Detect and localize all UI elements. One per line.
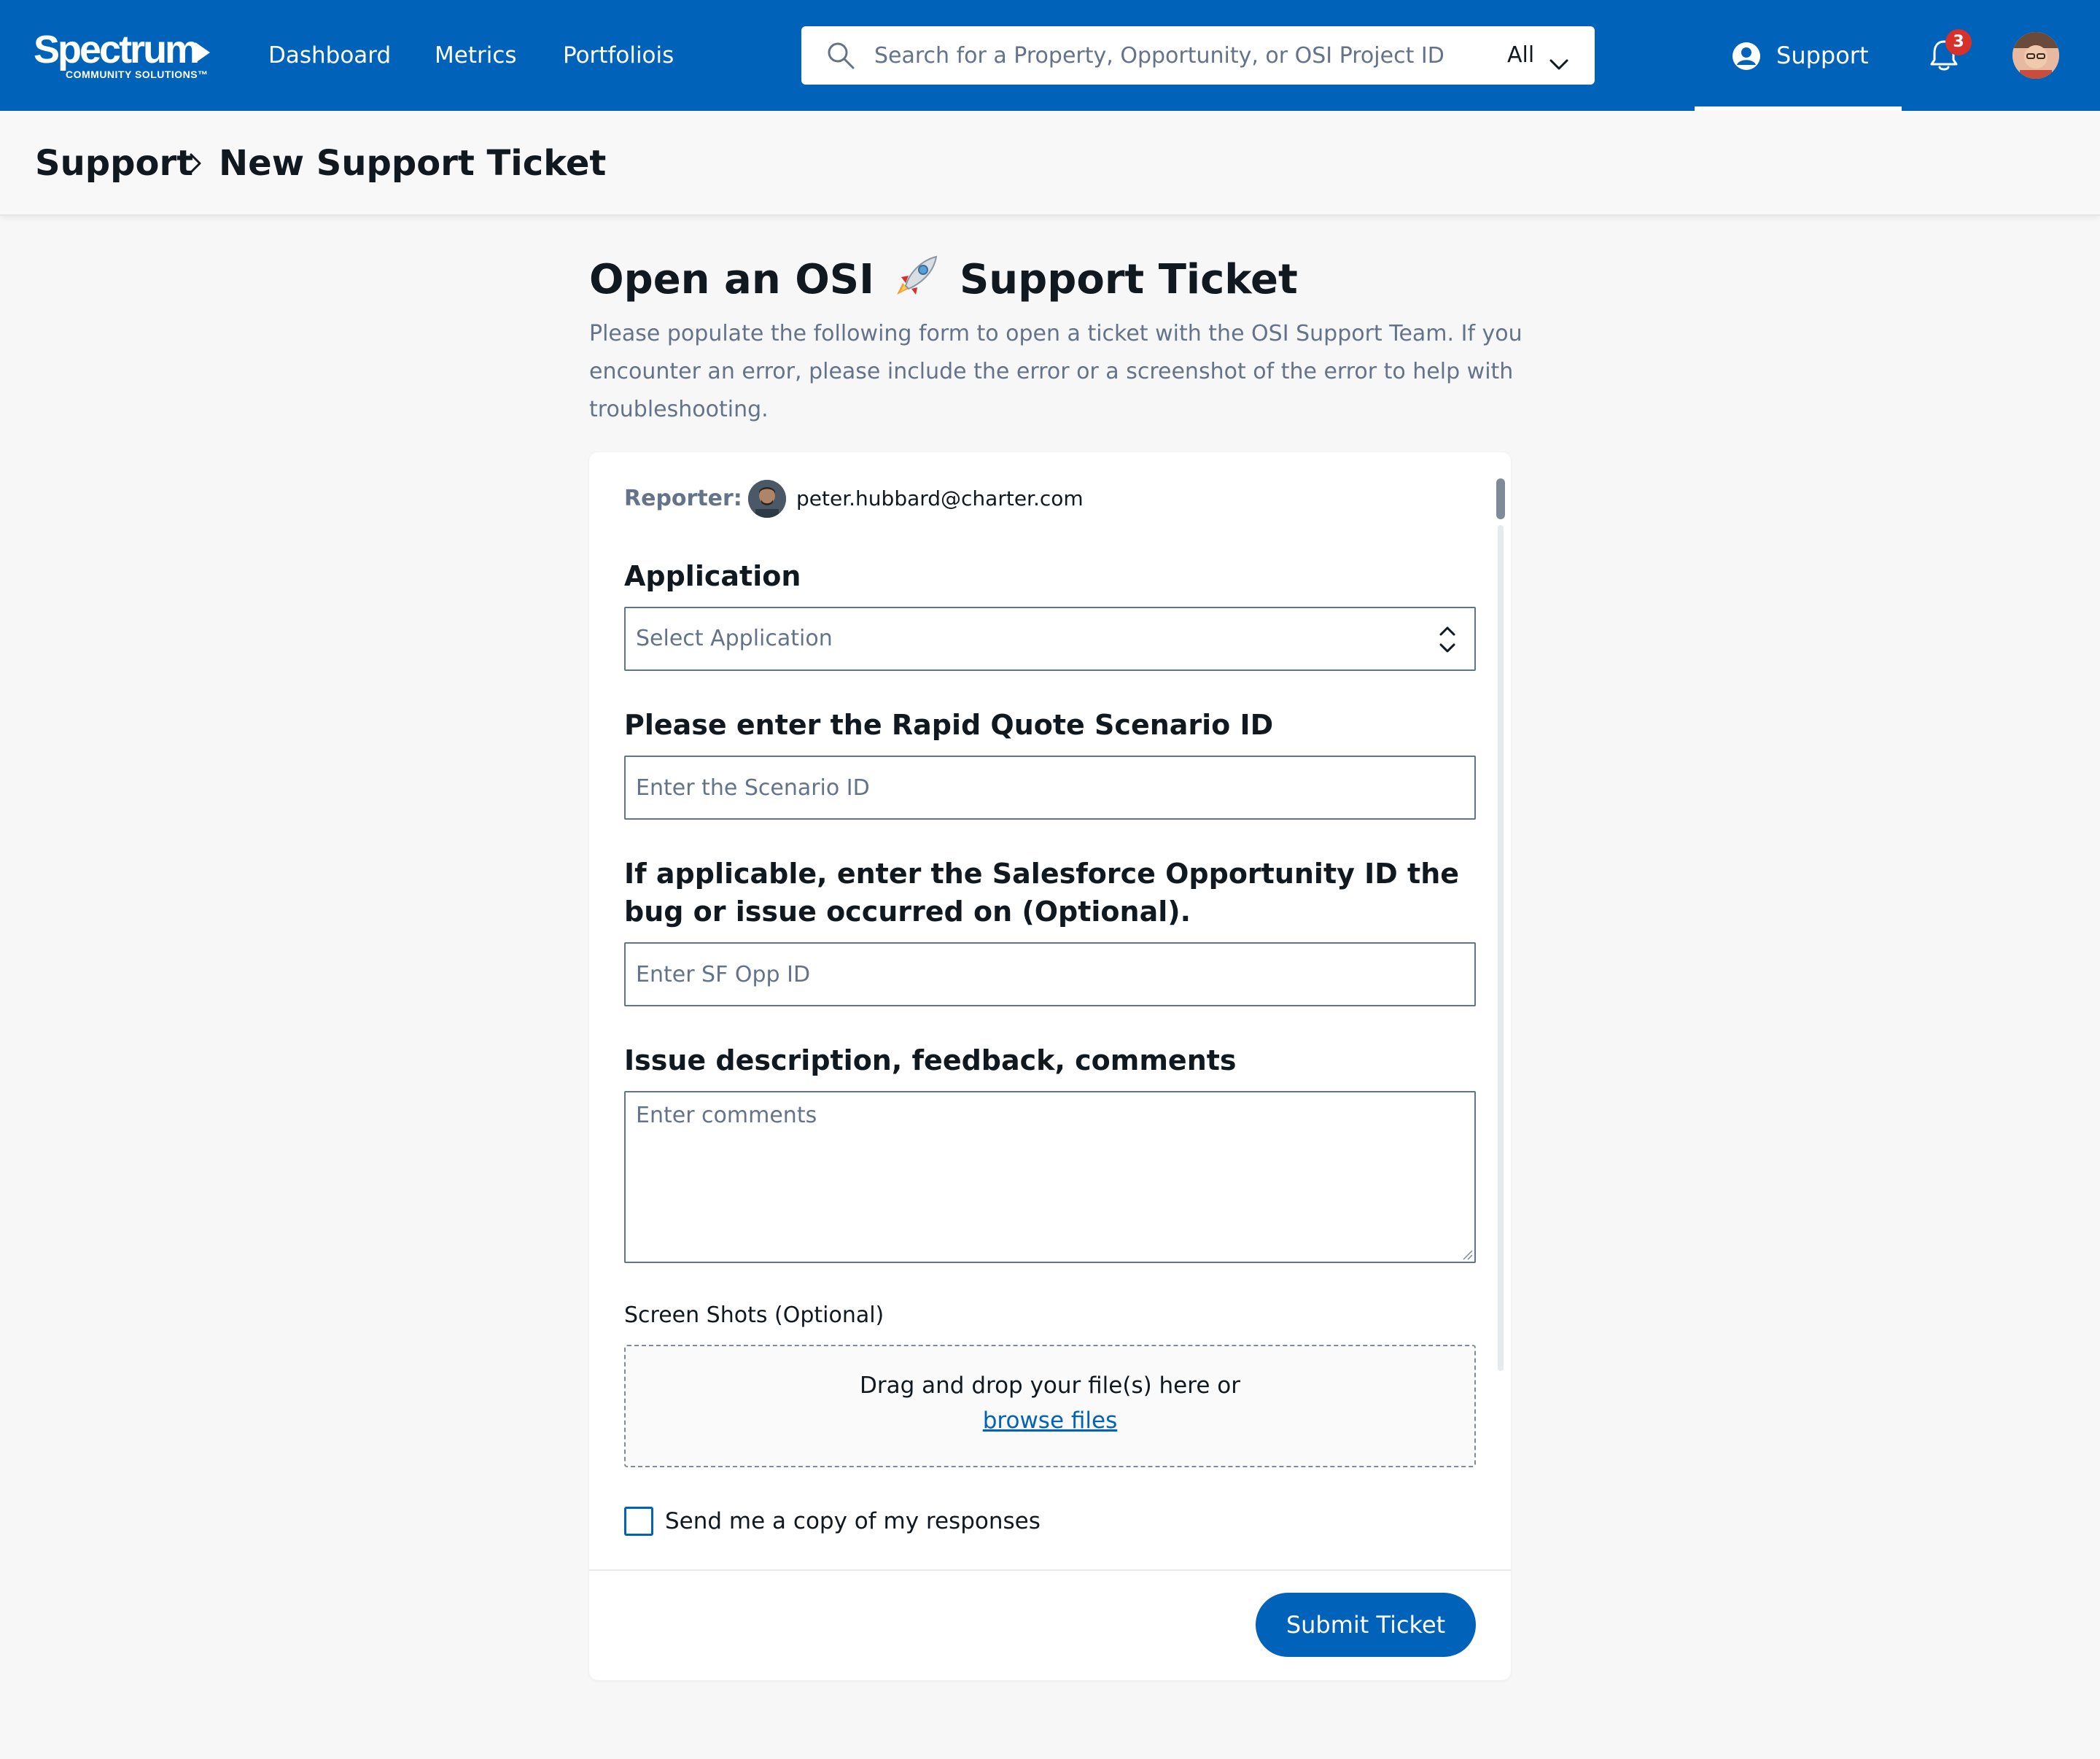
scenario-id-input[interactable]: [624, 756, 1476, 820]
comments-textarea[interactable]: [624, 1091, 1476, 1263]
logo-wordmark: Spectrum: [34, 28, 200, 71]
page-title: Open an OSI Support Ticket: [589, 251, 1298, 309]
search-input[interactable]: [874, 36, 1472, 74]
spectrum-logo[interactable]: Spectrum COMMUNITY SOLUTIONS™: [34, 28, 216, 83]
breadcrumb-item-support[interactable]: Support: [35, 140, 193, 187]
page-title-suffix: Support Ticket: [959, 256, 1298, 303]
search-icon: [826, 41, 855, 70]
page-intro: Please populate the following form to op…: [589, 321, 1522, 422]
chevron-right-icon: [187, 149, 206, 178]
nav-link-dashboard[interactable]: Dashboard: [268, 38, 391, 73]
sf-opp-id-input[interactable]: [624, 942, 1476, 1006]
support-icon: [1731, 41, 1762, 71]
nav-link-metrics[interactable]: Metrics: [435, 38, 517, 73]
resize-grip-icon[interactable]: [1461, 1249, 1473, 1260]
screenshots-label: Screen Shots (Optional): [624, 1302, 884, 1328]
select-updown-icon: [1436, 623, 1458, 656]
chevron-down-icon: [1549, 47, 1568, 70]
reporter-label: Reporter:: [624, 486, 742, 511]
search-scope-dropdown[interactable]: All: [1507, 36, 1580, 74]
breadcrumb: Support New Support Ticket: [0, 111, 2100, 216]
application-label: Application: [624, 560, 801, 592]
breadcrumb-item-current: New Support Ticket: [219, 143, 607, 184]
nav-support-label: Support: [1776, 42, 1869, 69]
nav-support-tab[interactable]: Support: [1695, 0, 1902, 111]
submit-ticket-button[interactable]: Submit Ticket: [1256, 1593, 1476, 1657]
dropzone-text: Drag and drop your file(s) here or: [860, 1372, 1240, 1399]
nav-link-portfolios[interactable]: Portfoliois: [563, 38, 674, 73]
form-scrollbar-track[interactable]: [1498, 525, 1504, 1371]
scenario-id-label: Please enter the Rapid Quote Scenario ID: [624, 709, 1274, 741]
comments-label: Issue description, feedback, comments: [624, 1044, 1237, 1076]
form-scrollbar-thumb[interactable]: [1496, 478, 1505, 519]
notification-count-badge: 3: [1945, 29, 1972, 55]
application-select[interactable]: Select Application: [624, 607, 1476, 671]
sf-opp-id-label: If applicable, enter the Salesforce Oppo…: [624, 858, 1460, 928]
reporter-email: peter.hubbard@charter.com: [796, 486, 1084, 510]
search-scope-value: All: [1507, 42, 1535, 68]
rocket-icon: [892, 254, 941, 299]
top-nav-bar: Spectrum COMMUNITY SOLUTIONS™ Dashboard …: [0, 0, 2100, 111]
browse-files-link[interactable]: browse files: [626, 1403, 1474, 1438]
logo-tagline: COMMUNITY SOLUTIONS™: [66, 69, 209, 80]
file-dropzone[interactable]: Drag and drop your file(s) here or brows…: [624, 1345, 1476, 1467]
user-avatar[interactable]: [2012, 32, 2059, 79]
application-select-value: Select Application: [636, 626, 833, 651]
reporter-avatar: [748, 480, 786, 518]
send-copy-label[interactable]: Send me a copy of my responses: [665, 1504, 1041, 1539]
send-copy-checkbox[interactable]: [624, 1507, 653, 1536]
logo-play-arrow-icon: [195, 42, 210, 63]
page-title-prefix: Open an OSI: [589, 256, 874, 303]
global-search: All: [801, 26, 1595, 85]
card-footer-divider: [589, 1569, 1511, 1571]
